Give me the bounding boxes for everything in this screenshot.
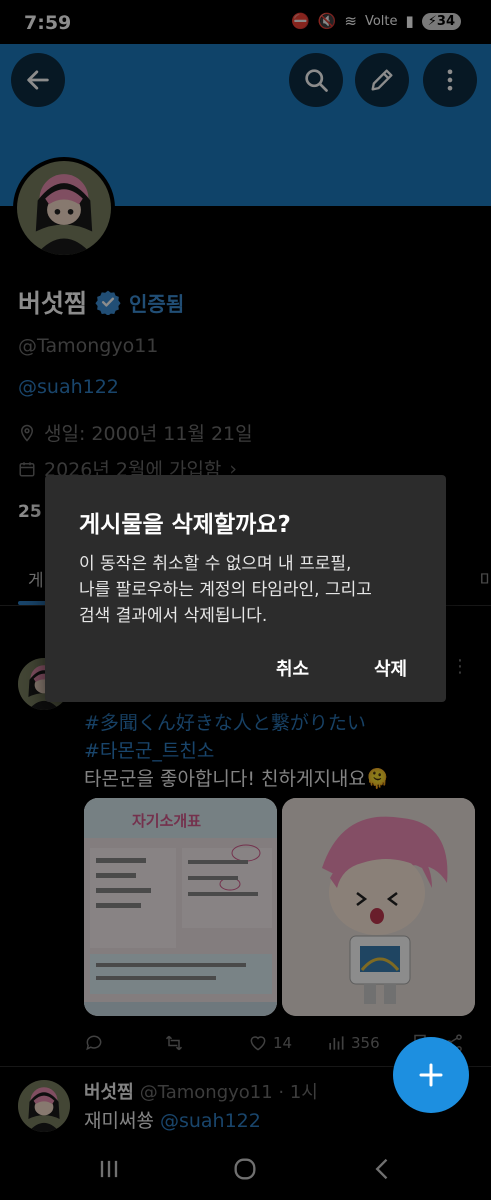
delete-button[interactable]: 삭제: [374, 655, 407, 681]
delete-post-dialog: 게시물을 삭제할까요? 이 동작은 취소할 수 없으며 내 프로필, 나를 팔로…: [45, 475, 446, 702]
dialog-body: 이 동작은 취소할 수 없으며 내 프로필, 나를 팔로우하는 계정의 타임라인…: [79, 554, 372, 626]
plus-icon: [419, 1063, 443, 1087]
cancel-button[interactable]: 취소: [276, 655, 309, 681]
compose-fab[interactable]: [393, 1037, 469, 1113]
dialog-title: 게시물을 삭제할까요?: [79, 512, 291, 538]
